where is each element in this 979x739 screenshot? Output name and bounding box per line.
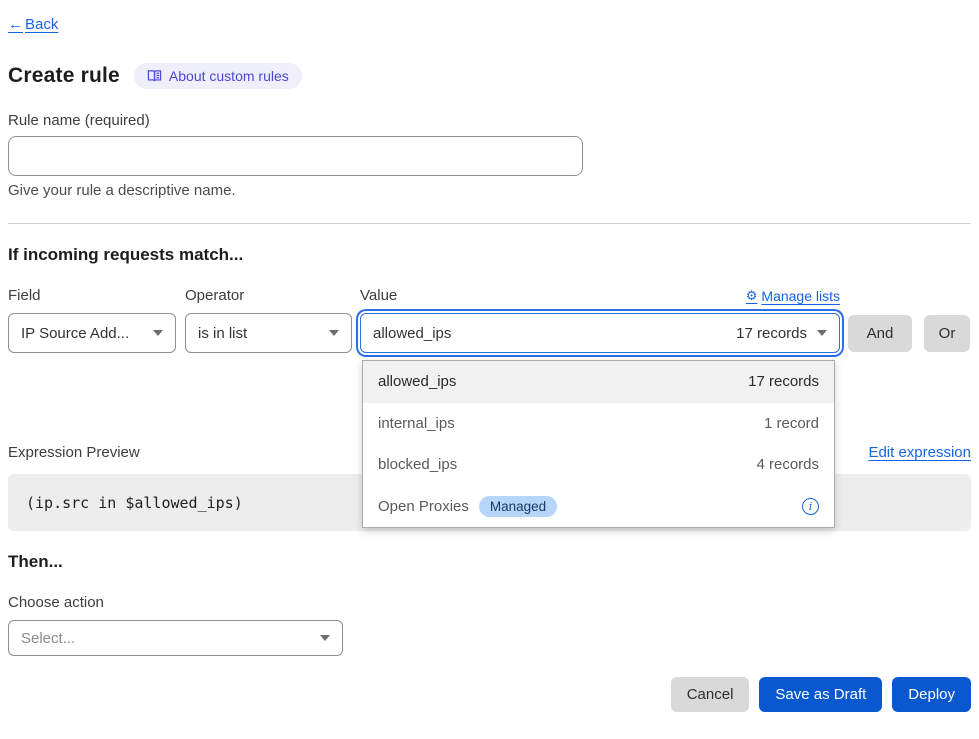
list-option-left: Open Proxies Managed	[378, 496, 557, 517]
action-select-placeholder: Select...	[21, 630, 75, 647]
choose-action-label: Choose action	[8, 594, 971, 611]
condition-labels-row: Field Operator Value ⚙Manage lists	[8, 287, 971, 304]
then-section-heading: Then...	[8, 552, 971, 572]
manage-lists-link[interactable]: ⚙Manage lists	[746, 288, 840, 304]
chevron-down-icon	[320, 635, 330, 641]
value-select[interactable]: allowed_ips 17 records	[360, 313, 840, 353]
operator-select-value: is in list	[198, 325, 247, 342]
rule-name-input[interactable]	[8, 136, 583, 176]
list-option-name: allowed_ips	[378, 373, 456, 390]
book-icon	[147, 69, 162, 83]
back-arrow-icon: ←	[8, 16, 23, 33]
save-as-draft-button[interactable]: Save as Draft	[759, 677, 882, 712]
list-option-allowed-ips[interactable]: allowed_ips 17 records	[363, 361, 834, 403]
and-button[interactable]: And	[848, 315, 912, 352]
match-section-heading: If incoming requests match...	[8, 245, 971, 265]
field-label: Field	[8, 287, 185, 304]
value-select-value: allowed_ips	[373, 325, 451, 342]
managed-badge: Managed	[479, 496, 557, 517]
list-option-name: Open Proxies	[378, 498, 469, 515]
about-custom-rules-label: About custom rules	[169, 68, 289, 84]
or-button[interactable]: Or	[924, 315, 970, 352]
edit-expression-link[interactable]: Edit expression	[868, 444, 971, 461]
footer-actions: Cancel Save as Draft Deploy	[8, 677, 971, 712]
list-option-records: 17 records	[748, 373, 819, 390]
info-icon[interactable]: i	[802, 498, 819, 515]
back-link[interactable]: ←Back	[8, 16, 58, 33]
list-option-name: blocked_ips	[378, 456, 457, 473]
chevron-down-icon	[153, 330, 163, 336]
page-title: Create rule	[8, 64, 120, 88]
condition-row: IP Source Add... is in list allowed_ips …	[8, 313, 971, 353]
list-dropdown: allowed_ips 17 records internal_ips 1 re…	[362, 360, 835, 528]
field-select-value: IP Source Add...	[21, 325, 129, 342]
field-select[interactable]: IP Source Add...	[8, 313, 176, 353]
title-row: Create rule About custom rules	[8, 63, 971, 89]
about-custom-rules-link[interactable]: About custom rules	[134, 63, 302, 89]
list-option-records: 4 records	[756, 456, 819, 473]
rule-name-helper-text: Give your rule a descriptive name.	[8, 182, 971, 199]
expression-code: (ip.src in $allowed_ips)	[26, 494, 243, 512]
create-rule-page: ←Back Create rule About custom rules Rul…	[0, 0, 979, 712]
gear-icon: ⚙	[746, 288, 758, 304]
list-option-internal-ips[interactable]: internal_ips 1 record	[363, 403, 834, 445]
list-option-name: internal_ips	[378, 415, 455, 432]
operator-label: Operator	[185, 287, 360, 304]
expression-preview-label: Expression Preview	[8, 444, 140, 461]
value-select-record-count: 17 records	[736, 325, 807, 342]
action-select[interactable]: Select...	[8, 620, 343, 656]
back-label: Back	[25, 16, 58, 33]
chevron-down-icon	[817, 330, 827, 336]
list-option-open-proxies[interactable]: Open Proxies Managed i	[363, 486, 834, 528]
manage-lists-label: Manage lists	[761, 288, 840, 304]
chevron-down-icon	[329, 330, 339, 336]
list-option-blocked-ips[interactable]: blocked_ips 4 records	[363, 444, 834, 486]
operator-select[interactable]: is in list	[185, 313, 352, 353]
section-divider	[8, 223, 971, 224]
rule-name-label: Rule name (required)	[8, 112, 971, 129]
value-select-wrap: allowed_ips 17 records allowed_ips 17 re…	[360, 313, 840, 353]
list-option-records: 1 record	[764, 415, 819, 432]
value-label-row: Value ⚙Manage lists	[360, 287, 840, 304]
cancel-button[interactable]: Cancel	[671, 677, 750, 712]
value-label: Value	[360, 287, 397, 304]
deploy-button[interactable]: Deploy	[892, 677, 971, 712]
